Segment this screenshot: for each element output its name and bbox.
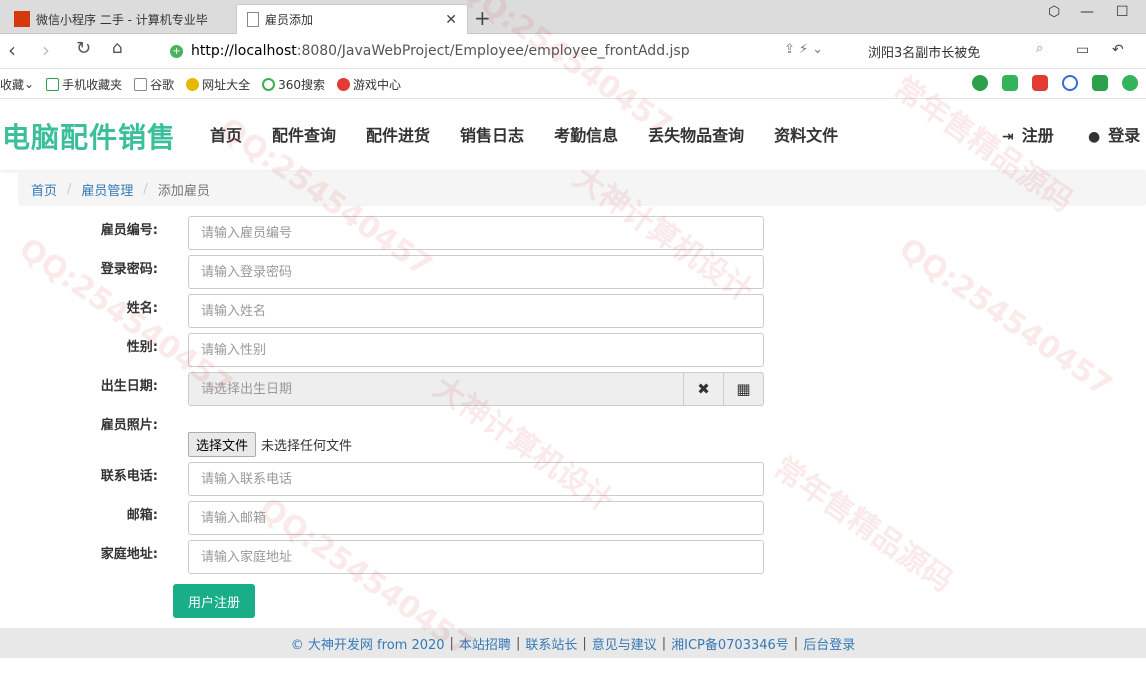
back-icon[interactable]: ‹: [8, 38, 16, 62]
secure-icon: +: [170, 44, 183, 58]
watermark: 常年售精品源码: [766, 450, 960, 600]
breadcrumb-home[interactable]: 首页: [31, 180, 57, 199]
browser-tab-active[interactable]: 雇员添加 ✕: [236, 4, 468, 34]
bookmarks-bar: 收藏 ⌄ 手机收藏夹 谷歌 网址大全 360搜索 游戏中心: [0, 70, 1146, 99]
photo-label: 雇员照片:: [100, 418, 158, 433]
file-status: 未选择任何文件: [261, 439, 353, 454]
site-favicon-icon: [14, 11, 30, 27]
address-input[interactable]: [188, 540, 764, 574]
register-submit-button[interactable]: 用户注册: [173, 584, 255, 618]
share-icon[interactable]: ⇪ ⚡ ⌄: [784, 42, 823, 57]
nav-sales-log[interactable]: 销售日志: [460, 122, 524, 146]
battery-icon[interactable]: ▭: [1076, 42, 1089, 58]
shirt-icon[interactable]: ⬡: [1048, 4, 1060, 20]
gamepad-icon[interactable]: [1092, 75, 1108, 91]
maximize-icon[interactable]: ☐: [1116, 4, 1129, 20]
close-tab-icon[interactable]: ✕: [445, 12, 457, 28]
search-icon[interactable]: ⌕: [1036, 41, 1043, 56]
browser-tab-bar: 微信小程序 二手 - 计算机专业毕 雇员添加 ✕ + ⬡ — ☐: [0, 0, 1146, 34]
reload-icon[interactable]: ↻: [76, 38, 91, 59]
footer-jobs-link[interactable]: 本站招聘: [459, 634, 511, 653]
choose-file-button[interactable]: 选择文件: [188, 432, 257, 457]
main-nav: 首页 配件查询 配件进货 销售日志 考勤信息 丢失物品查询 资料文件: [210, 122, 868, 146]
home-icon[interactable]: ⌂: [112, 38, 123, 58]
new-tab-icon[interactable]: +: [474, 6, 491, 30]
phone-label: 联系电话:: [100, 469, 158, 484]
url-field[interactable]: + http://localhost:8080/JavaWebProject/E…: [170, 39, 850, 63]
breadcrumb-separator: /: [67, 181, 72, 197]
birthday-label: 出生日期:: [100, 379, 158, 394]
footer-feedback-link[interactable]: 意见与建议: [592, 634, 657, 653]
extension-icons: [972, 75, 1138, 91]
nav-documents[interactable]: 资料文件: [774, 122, 838, 146]
clear-date-icon[interactable]: ✖: [684, 372, 724, 406]
user-icon: ●: [1088, 129, 1101, 145]
bookmark-google[interactable]: 谷歌: [134, 76, 174, 93]
site-header: 电脑配件销售 首页 配件查询 配件进货 销售日志 考勤信息 丢失物品查询 资料文…: [0, 100, 1146, 170]
footer-copyright[interactable]: © 大神开发网 from 2020: [291, 634, 445, 653]
scissors-icon[interactable]: [1032, 75, 1048, 91]
watermark: QQ:254540457: [892, 231, 1119, 404]
phone-input[interactable]: [188, 462, 764, 496]
page-favicon-icon: [247, 12, 259, 27]
email-input[interactable]: [188, 501, 764, 535]
wechat-icon[interactable]: [972, 75, 988, 91]
url-path: :8080/JavaWebProject/Employee/employee_f…: [296, 43, 690, 59]
employee-no-label: 雇员编号:: [100, 223, 158, 238]
calendar-icon[interactable]: ▦: [724, 372, 764, 406]
nav-lost-items[interactable]: 丢失物品查询: [648, 122, 744, 146]
bookmark-games[interactable]: 游戏中心: [337, 76, 401, 93]
search-suggestion: 浏阳3名副市长被免: [868, 46, 981, 61]
bookmark-favorites[interactable]: 收藏 ⌄: [0, 76, 34, 93]
bookmark-360[interactable]: 360搜索: [262, 76, 325, 93]
birthday-input[interactable]: [188, 372, 684, 406]
breadcrumb-current: 添加雇员: [157, 183, 210, 199]
name-label: 姓名:: [126, 301, 158, 316]
translate-icon[interactable]: [1002, 75, 1018, 91]
breadcrumb-separator: /: [143, 181, 148, 197]
minimize-icon[interactable]: —: [1080, 4, 1094, 20]
footer-icp-link[interactable]: 湘ICP备0703346号: [671, 634, 789, 653]
nav-parts-search[interactable]: 配件查询: [272, 122, 336, 146]
address-bar: ‹ › ↻ ⌂ + http://localhost:8080/JavaWebP…: [0, 34, 1146, 69]
login-link[interactable]: ● 登录: [1088, 122, 1140, 146]
undo-icon[interactable]: ↶: [1112, 42, 1124, 58]
yen-icon[interactable]: [1122, 75, 1138, 91]
footer-admin-login-link[interactable]: 后台登录: [803, 634, 855, 653]
browser-search-input[interactable]: 浏阳3名副市长被免 ⌕: [868, 41, 1050, 61]
sign-in-icon: ⇥: [1002, 129, 1014, 145]
password-input[interactable]: [188, 255, 764, 289]
breadcrumb: 首页 / 雇员管理 / 添加雇员: [18, 172, 1146, 206]
bookmark-mobile[interactable]: 手机收藏夹: [46, 76, 122, 93]
browser-tab[interactable]: 微信小程序 二手 - 计算机专业毕: [4, 4, 236, 34]
nav-parts-purchase[interactable]: 配件进货: [366, 122, 430, 146]
game-icon: [337, 77, 351, 91]
photo-file-input: 选择文件 未选择任何文件: [188, 432, 352, 457]
hao-icon: [186, 77, 200, 91]
gender-input[interactable]: [188, 333, 764, 367]
bookmark-hao[interactable]: 网址大全: [186, 76, 250, 93]
magnifier-icon[interactable]: [1062, 75, 1078, 91]
phone-icon: [46, 77, 60, 91]
site-logo[interactable]: 电脑配件销售: [2, 116, 176, 156]
forward-icon[interactable]: ›: [42, 38, 50, 62]
name-input[interactable]: [188, 294, 764, 328]
gender-label: 性别:: [126, 340, 158, 355]
tab-title: 微信小程序 二手 - 计算机专业毕: [36, 12, 208, 27]
nav-home[interactable]: 首页: [210, 122, 242, 146]
birthday-picker: ✖ ▦: [188, 372, 764, 406]
url-host: http://localhost: [191, 43, 297, 59]
breadcrumb-employee-management[interactable]: 雇员管理: [81, 180, 133, 199]
password-label: 登录密码:: [100, 262, 158, 277]
email-label: 邮箱:: [126, 508, 158, 523]
site-footer: © 大神开发网 from 2020 | 本站招聘 | 联系站长 | 意见与建议 | 湘I…: [0, 628, 1146, 658]
tab-title: 雇员添加: [265, 13, 314, 27]
nav-attendance[interactable]: 考勤信息: [554, 122, 618, 146]
address-label: 家庭地址:: [100, 547, 158, 562]
employee-no-input[interactable]: [188, 216, 764, 250]
360-icon: [262, 77, 276, 91]
footer-contact-link[interactable]: 联系站长: [525, 634, 577, 653]
register-link[interactable]: ⇥ 注册: [1002, 122, 1054, 146]
page-icon: [134, 77, 148, 91]
